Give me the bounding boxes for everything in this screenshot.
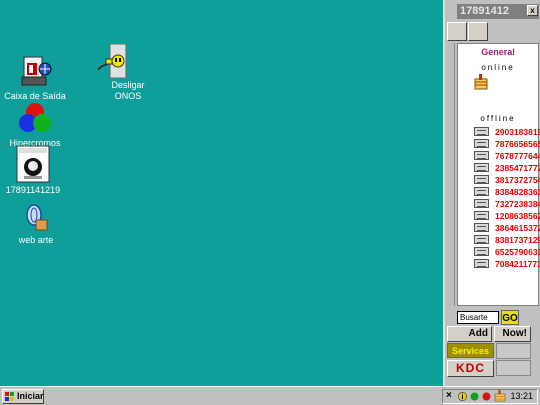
close-x-icon[interactable]: ×: [446, 391, 455, 401]
services-button[interactable]: Services: [447, 343, 494, 358]
outbox-icon: [18, 55, 52, 89]
contact-item[interactable]: 7084211773: [474, 258, 540, 270]
contact-icon: [474, 247, 489, 256]
power-plug-icon: [96, 43, 130, 79]
contact-item[interactable]: 7876656565: [474, 138, 540, 150]
section-title: General: [481, 47, 515, 57]
contact-icon: [474, 187, 489, 196]
contact-list[interactable]: General online offline 2903183819 787665…: [457, 43, 540, 306]
kdc-button[interactable]: KDC: [447, 360, 494, 377]
contact-number: 2385471772: [495, 163, 540, 173]
desktop-icon-label: Caixa de Saída: [4, 91, 66, 101]
contact-item[interactable]: 3817372754: [474, 174, 540, 186]
blank-button-2[interactable]: [496, 360, 531, 376]
contact-number: 2903183819: [495, 127, 540, 137]
start-label: Iniciar: [17, 391, 44, 401]
messenger-panel: 17891412 x General online offline 290318…: [443, 0, 540, 386]
web-art-icon: [24, 203, 48, 233]
contact-icon: [474, 235, 489, 244]
windows-logo-icon: [5, 392, 15, 401]
contact-item[interactable]: 8384828361: [474, 186, 540, 198]
close-button[interactable]: x: [527, 5, 538, 16]
contact-icon: [474, 163, 489, 172]
id-card-icon: [16, 145, 50, 183]
panel-title: 17891412: [460, 5, 509, 17]
contact-item[interactable]: 2903183819: [474, 126, 540, 138]
desktop-icon-label: 17891141219: [5, 185, 61, 195]
clock: 13:21: [510, 391, 533, 401]
message-icon[interactable]: [474, 74, 488, 90]
offline-label: offline: [480, 114, 516, 123]
contact-item[interactable]: 3864615372: [474, 222, 540, 234]
desktop-icon-web-arte[interactable]: web arte: [0, 203, 76, 246]
blank-button-1[interactable]: [496, 343, 531, 359]
system-tray: × 13:21: [442, 389, 538, 404]
desktop-icon-id-card[interactable]: 17891141219: [0, 145, 73, 196]
message-tray-icon[interactable]: [494, 390, 506, 402]
contact-icon: [474, 175, 489, 184]
contact-item[interactable]: 7327238384: [474, 198, 540, 210]
tab-button-1[interactable]: [447, 22, 467, 41]
contact-icon: [474, 259, 489, 268]
info-icon[interactable]: [458, 392, 467, 401]
contact-number: 1208638562: [495, 211, 540, 221]
add-button[interactable]: Add: [447, 326, 492, 342]
contact-number: 7678777644: [495, 151, 540, 161]
contact-item[interactable]: 7678777644: [474, 150, 540, 162]
contact-number: 7084211773: [495, 259, 540, 269]
green-status-icon[interactable]: [470, 392, 479, 401]
contact-item[interactable]: 8381737129: [474, 234, 540, 246]
contact-number: 7876656565: [495, 139, 540, 149]
contact-icon: [474, 211, 489, 220]
contact-icon: [474, 223, 489, 232]
desktop-icon-label: Desligar ONOS: [73, 80, 153, 102]
desktop-icon-label-text: Desligar ONOS: [111, 80, 145, 101]
desktop-icon-desligar-onos[interactable]: Desligar ONOS: [73, 43, 153, 102]
panel-title-bar[interactable]: 17891412 x: [457, 4, 539, 19]
contact-number: 7327238384: [495, 199, 540, 209]
contact-item[interactable]: 1208638562: [474, 210, 540, 222]
panel-side-strip: [448, 43, 455, 306]
color-circles-icon: [18, 102, 52, 136]
contact-number: 3864615372: [495, 223, 540, 233]
contact-number: 6525790631: [495, 247, 540, 257]
contact-icon: [474, 199, 489, 208]
search-input[interactable]: Busarte: [457, 311, 499, 324]
now-button[interactable]: Now!: [494, 326, 531, 342]
tab-button-2[interactable]: [468, 22, 488, 41]
contact-icon: [474, 151, 489, 160]
contact-number: 8381737129: [495, 235, 540, 245]
online-label: online: [481, 63, 515, 72]
contact-item[interactable]: 6525790631: [474, 246, 540, 258]
contact-icon: [474, 139, 489, 148]
taskbar: Iniciar × 13:21: [0, 386, 540, 405]
red-status-icon[interactable]: [482, 392, 491, 401]
contact-number: 3817372754: [495, 175, 540, 185]
start-button[interactable]: Iniciar: [2, 389, 44, 404]
go-button[interactable]: GO: [501, 310, 519, 325]
contact-number: 8384828361: [495, 187, 540, 197]
desktop-icon-label: web arte: [18, 235, 54, 245]
contact-item[interactable]: 2385471772: [474, 162, 540, 174]
desktop-icon-hipercromos[interactable]: Hipercromos: [0, 102, 75, 149]
desktop-icon-caixa-de-saida[interactable]: Caixa de Saída: [0, 55, 75, 102]
contact-icon: [474, 127, 489, 136]
